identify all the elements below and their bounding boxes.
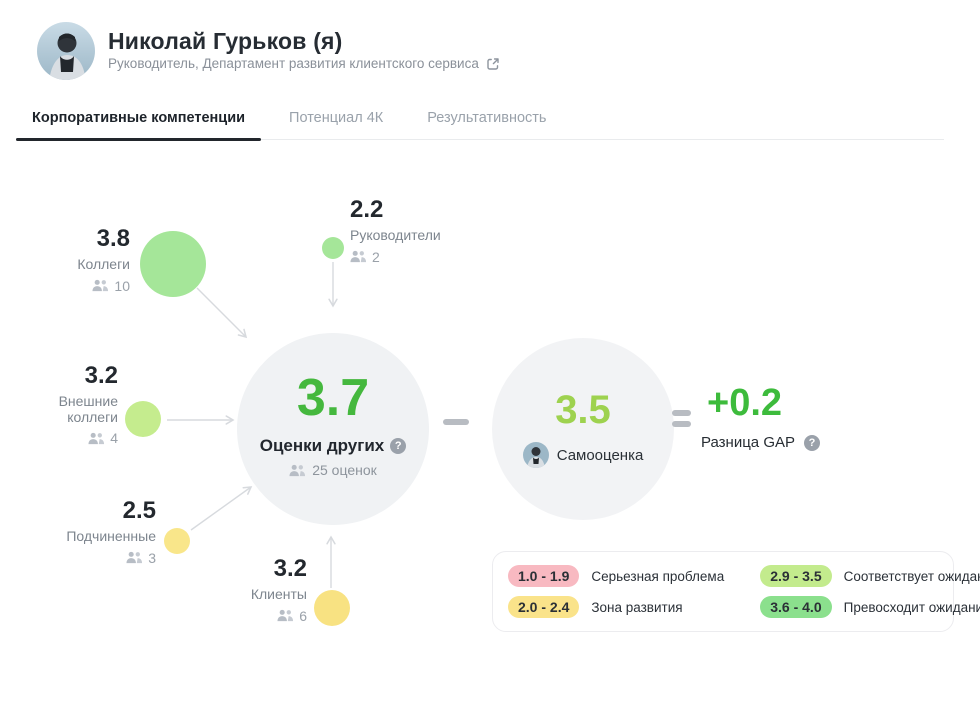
tab-performance[interactable]: Результативность [411, 104, 562, 139]
group-score: 3.8 [97, 226, 130, 252]
bubble-kollegi [140, 231, 206, 297]
group-label: Клиенты [251, 587, 307, 602]
bubble-podchinennye [164, 528, 190, 554]
profile-competencies-page: Николай Гурьков (я) Руководитель, Департ… [0, 0, 980, 719]
group-rukovoditeli: 2.2 Руководители 2 [350, 197, 441, 265]
external-link-icon[interactable] [486, 57, 500, 71]
group-score: 2.2 [350, 197, 383, 223]
bubble-klienty [314, 590, 350, 626]
avatar [37, 22, 95, 80]
gap-label: Разница GAP [701, 434, 795, 451]
user-position: Руководитель, Департамент развития клиен… [108, 56, 479, 71]
tab-potential-4k[interactable]: Потенциал 4К [273, 104, 399, 139]
others-help-icon[interactable]: ? [390, 438, 406, 454]
legend-range-badge: 1.0 - 1.9 [508, 565, 579, 587]
people-icon [92, 279, 109, 292]
legend-label: Соответствует ожиданиям [844, 569, 980, 584]
legend-item-meets: 2.9 - 3.5 Соответствует ожиданиям [760, 565, 980, 587]
group-count: 3 [148, 550, 156, 566]
group-vneshnie-kollegi: 3.2 Внешние коллеги 4 [54, 363, 118, 446]
self-avatar-photo [523, 442, 549, 468]
group-count: 6 [299, 608, 307, 624]
self-label: Самооценка [557, 447, 644, 464]
self-label-row: Самооценка [523, 442, 644, 468]
legend-range-badge: 2.0 - 2.4 [508, 596, 579, 618]
self-avatar [523, 442, 549, 468]
group-label: Коллеги [77, 257, 130, 272]
legend-label: Превосходит ожидания [844, 600, 980, 615]
people-icon [88, 432, 105, 445]
gap-value: +0.2 [707, 384, 820, 422]
gap-block: +0.2 Разница GAP ? [701, 384, 820, 451]
group-count-row: 10 [92, 278, 130, 294]
tab-bar: Корпоративные компетенции Потенциал 4К Р… [16, 104, 944, 140]
group-score: 3.2 [85, 363, 118, 389]
bubble-rukovoditeli [322, 237, 344, 259]
user-subtitle-row: Руководитель, Департамент развития клиен… [108, 56, 500, 71]
others-score: 3.7 [297, 372, 369, 424]
tab-corporate-competencies[interactable]: Корпоративные компетенции [16, 104, 261, 139]
self-score-circle: 3.5 Самооценка [492, 338, 674, 520]
legend-label: Зона развития [591, 600, 682, 615]
bubble-vneshnie-kollegi [125, 401, 161, 437]
group-kollegi: 3.8 Коллеги 10 [77, 226, 130, 294]
group-label: Подчиненные [66, 529, 156, 544]
others-label-row: Оценки других ? [260, 436, 406, 456]
group-podchinennye: 2.5 Подчиненные 3 [66, 498, 156, 566]
avatar-photo [37, 22, 95, 80]
group-label: Внешние коллеги [54, 394, 118, 425]
group-klienty: 3.2 Клиенты 6 [251, 556, 307, 624]
others-score-circle: 3.7 Оценки других ? 25 оценок [237, 333, 429, 525]
legend-item-exceeds: 3.6 - 4.0 Превосходит ожидания [760, 596, 980, 618]
group-score: 3.2 [274, 556, 307, 582]
page-title-user-name: Николай Гурьков (я) [108, 28, 343, 55]
score-legend-card: 1.0 - 1.9 Серьезная проблема 2.9 - 3.5 С… [492, 551, 954, 632]
group-score: 2.5 [123, 498, 156, 524]
legend-item-problem: 1.0 - 1.9 Серьезная проблема [508, 565, 724, 587]
gap-label-row: Разница GAP ? [701, 434, 820, 451]
group-count: 4 [110, 430, 118, 446]
people-icon [350, 250, 367, 263]
group-count: 10 [114, 278, 130, 294]
group-count-row: 2 [350, 249, 380, 265]
legend-range-badge: 3.6 - 4.0 [760, 596, 831, 618]
equals-icon [672, 410, 691, 428]
others-count-row: 25 оценок [289, 462, 377, 478]
legend-item-development: 2.0 - 2.4 Зона развития [508, 596, 724, 618]
minus-icon [443, 419, 469, 425]
people-icon [289, 464, 306, 477]
gap-help-icon[interactable]: ? [804, 435, 820, 451]
others-label: Оценки других [260, 436, 384, 456]
group-count-row: 4 [88, 430, 118, 446]
self-score: 3.5 [555, 390, 611, 430]
legend-label: Серьезная проблема [591, 569, 724, 584]
group-count-row: 3 [126, 550, 156, 566]
group-count-row: 6 [277, 608, 307, 624]
people-icon [277, 609, 294, 622]
people-icon [126, 551, 143, 564]
legend-range-badge: 2.9 - 3.5 [760, 565, 831, 587]
group-label: Руководители [350, 228, 441, 243]
others-count: 25 оценок [312, 462, 377, 478]
group-count: 2 [372, 249, 380, 265]
